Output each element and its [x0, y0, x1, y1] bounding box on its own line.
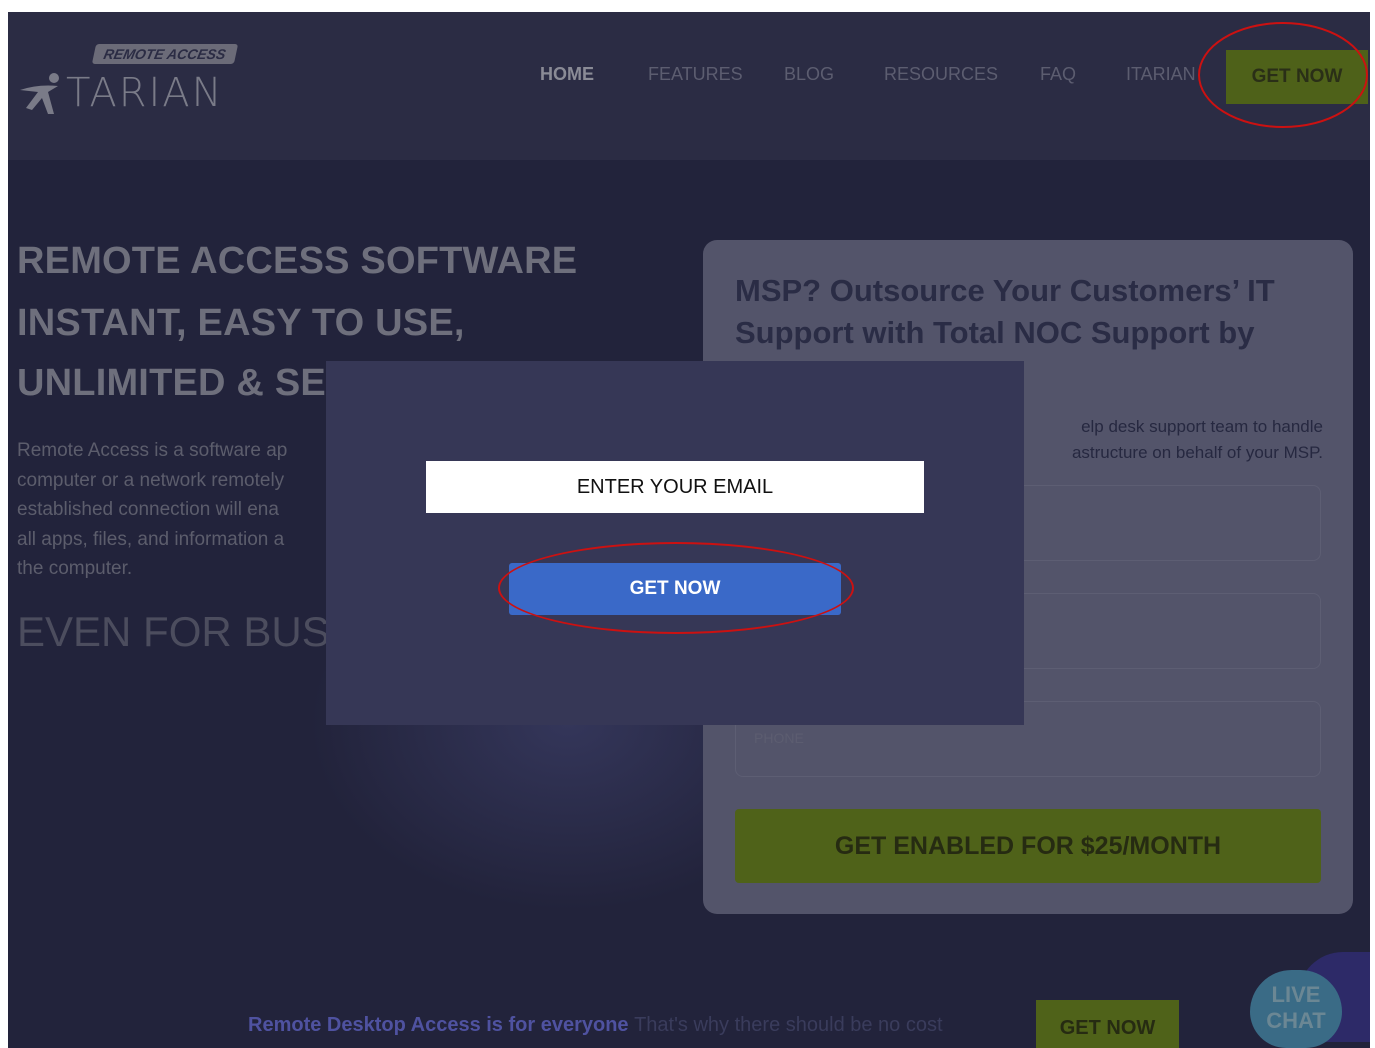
nav-resources[interactable]: RESOURCES: [884, 64, 998, 88]
hero-subheading: EVEN FOR BUSIN: [17, 608, 372, 655]
logo-wordmark[interactable]: TARIAN: [66, 70, 224, 116]
card-title: MSP? Outsource Your Customers’ IT Suppor…: [735, 273, 1275, 350]
nav-home[interactable]: HOME: [540, 64, 594, 88]
hero-description: Remote Access is a software ap computer …: [17, 436, 357, 584]
header-get-now-button[interactable]: GET NOW: [1226, 50, 1368, 104]
hero-description-line: all apps, files, and information a: [17, 528, 285, 550]
email-input[interactable]: ENTER YOUR EMAIL: [426, 461, 924, 513]
live-chat-label-line2: CHAT: [1266, 1008, 1326, 1033]
hero-heading-line1: REMOTE ACCESS SOFTWARE: [17, 240, 578, 282]
hero-description-line: the computer.: [17, 558, 133, 579]
hero-heading-line3: UNLIMITED & SEC: [17, 362, 354, 404]
promo-strip-light: That's why there should be no cost: [634, 1014, 943, 1036]
promo-strip-text: Remote Desktop Access is for everyone Th…: [248, 1014, 943, 1037]
nav-features[interactable]: FEATURES: [648, 64, 743, 88]
promo-strip-bold: Remote Desktop Access is for everyone: [248, 1014, 629, 1036]
get-enabled-button[interactable]: GET ENABLED FOR $25/MONTH: [735, 809, 1321, 883]
site-header: REMOTE ACCESS TARIAN HOME FEATURES BLOG …: [8, 12, 1370, 160]
phone-placeholder: PHONE: [754, 730, 804, 746]
hero-description-line: Remote Access is a software ap: [17, 440, 288, 461]
nav-itarian[interactable]: ITARIAN: [1126, 64, 1196, 88]
nav-faq[interactable]: FAQ: [1040, 64, 1076, 88]
nav-blog[interactable]: BLOG: [784, 64, 834, 88]
logo-badge: REMOTE ACCESS: [91, 44, 238, 64]
page-frame: REMOTE ACCESS TARIAN HOME FEATURES BLOG …: [8, 12, 1370, 1048]
hero-heading-line2: INSTANT, EASY TO USE,: [17, 302, 465, 344]
hero-description-line: computer or a network remotely: [17, 469, 285, 491]
hero-description-line: established connection will ena: [17, 499, 279, 520]
live-chat-button[interactable]: LIVE CHAT: [1250, 970, 1342, 1048]
modal-get-now-button[interactable]: GET NOW: [509, 563, 841, 615]
live-chat-label-line1: LIVE: [1271, 982, 1321, 1007]
logo-figure-icon: [20, 73, 59, 114]
strip-get-now-button[interactable]: GET NOW: [1036, 1000, 1179, 1048]
email-modal: ENTER YOUR EMAIL GET NOW: [326, 361, 1024, 725]
